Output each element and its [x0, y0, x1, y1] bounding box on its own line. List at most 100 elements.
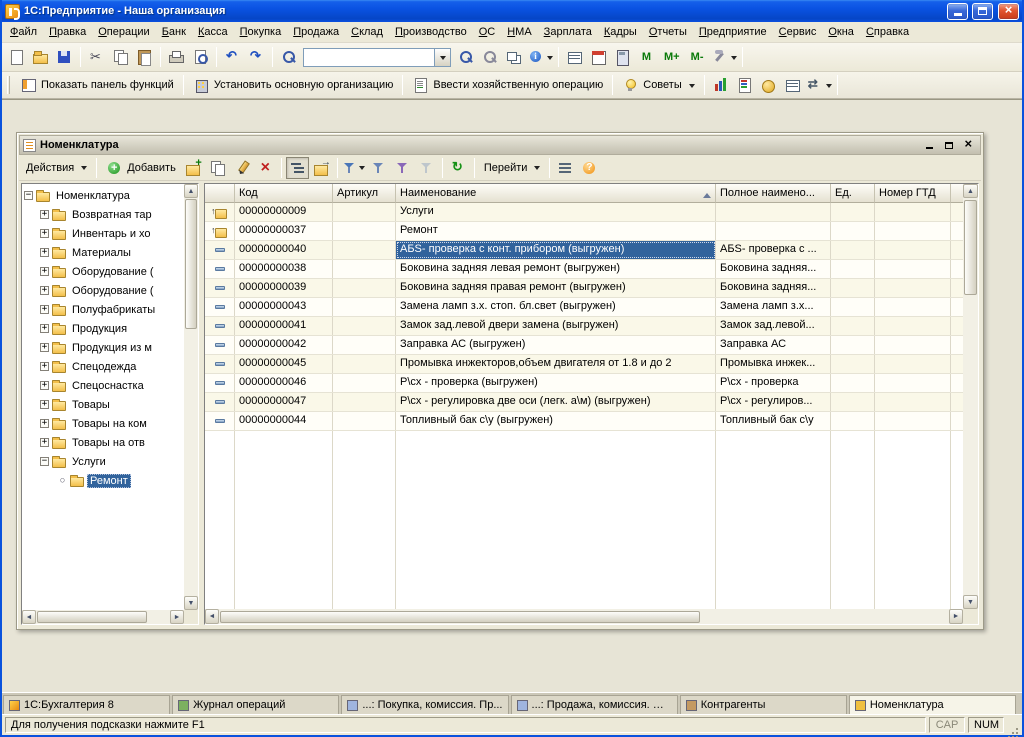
cell-fullname[interactable]: Заправка АС — [716, 336, 831, 354]
resize-grip[interactable] — [1007, 719, 1019, 731]
window-tab[interactable]: Журнал операций — [172, 695, 340, 714]
cell-name[interactable]: Боковина задняя правая ремонт (выгружен) — [396, 279, 716, 297]
cell-gtd[interactable] — [875, 241, 951, 259]
menu-item[interactable]: Отчеты — [643, 23, 693, 41]
show-functions-button[interactable]: Показать панель функций — [15, 74, 179, 96]
help-button[interactable] — [578, 157, 601, 179]
cell-gtd[interactable] — [875, 336, 951, 354]
cell-code[interactable]: 00000000044 — [235, 412, 333, 430]
cell-article[interactable] — [333, 336, 396, 354]
menu-item[interactable]: Окна — [822, 23, 860, 41]
cell-code[interactable]: 00000000039 — [235, 279, 333, 297]
cell-code[interactable]: 00000000041 — [235, 317, 333, 335]
toolbar-grip[interactable] — [7, 76, 10, 94]
panel-maximize-button[interactable] — [941, 138, 957, 152]
find-previous-button[interactable] — [478, 46, 501, 68]
scroll-right-button[interactable] — [949, 609, 963, 624]
windows-button[interactable] — [502, 46, 525, 68]
tree-item[interactable]: + Товары — [22, 395, 184, 414]
cell-code[interactable]: 00000000042 — [235, 336, 333, 354]
header-fullname[interactable]: Полное наимено... — [716, 184, 831, 203]
cell-fullname[interactable]: Р\сх - проверка — [716, 374, 831, 392]
tree-item[interactable]: + Товары на отв — [22, 433, 184, 452]
tree-expander[interactable]: + — [40, 362, 49, 371]
calculator-button[interactable] — [611, 46, 634, 68]
clear-filter-button[interactable] — [415, 157, 438, 179]
tree-expander[interactable]: + — [40, 267, 49, 276]
tree-item[interactable]: + Продукция из м — [22, 338, 184, 357]
scroll-thumb[interactable] — [964, 200, 977, 295]
header-code[interactable]: Код — [235, 184, 333, 203]
tree-vertical-scrollbar[interactable] — [184, 184, 198, 610]
cell-code[interactable]: 00000000038 — [235, 260, 333, 278]
services-button[interactable] — [710, 46, 738, 68]
window-tab[interactable]: ...: Продажа, комиссия. Не... — [510, 695, 678, 714]
menu-item[interactable]: Банк — [156, 23, 192, 41]
scroll-right-button[interactable] — [170, 610, 184, 624]
cell-fullname[interactable]: Р\сх - регулиров... — [716, 393, 831, 411]
cell-name[interactable]: Р\сх - регулировка две оси (легк. а\м) (… — [396, 393, 716, 411]
info-button[interactable] — [526, 46, 554, 68]
find-next-button[interactable] — [454, 46, 477, 68]
tree-item[interactable]: + Спецоснастка — [22, 376, 184, 395]
filter-by-value-button[interactable] — [391, 157, 414, 179]
window-tab[interactable]: 1С:Бухгалтерия 8 — [3, 695, 171, 714]
tree-item[interactable]: ○ Ремонт — [22, 471, 184, 490]
tips-button[interactable]: Советы — [617, 74, 699, 96]
tree-expander[interactable]: + — [40, 324, 49, 333]
table-row[interactable]: 00000000040 АБS- проверка с конт. прибор… — [205, 241, 963, 260]
menu-item[interactable]: Справка — [860, 23, 915, 41]
cell-article[interactable] — [333, 203, 396, 221]
menu-item[interactable]: Зарплата — [538, 23, 598, 41]
cell-fullname[interactable]: Боковина задняя... — [716, 279, 831, 297]
memory-recall-button[interactable]: M — [635, 46, 658, 68]
cell-fullname[interactable]: АБS- проверка с ... — [716, 241, 831, 259]
cell-gtd[interactable] — [875, 260, 951, 278]
add-group-button[interactable] — [182, 157, 205, 179]
panel-title-bar[interactable]: Номенклатура — [19, 135, 981, 155]
cell-code[interactable]: 00000000045 — [235, 355, 333, 373]
report-shortcut-button[interactable] — [733, 74, 756, 96]
table-row[interactable]: 00000000042 Заправка АС (выгружен) Запра… — [205, 336, 963, 355]
tree-item[interactable]: + Оборудование ( — [22, 281, 184, 300]
table-horizontal-scrollbar[interactable] — [205, 609, 963, 624]
print-button[interactable] — [165, 46, 188, 68]
cell-unit[interactable] — [831, 241, 875, 259]
table-row[interactable]: 00000000045 Промывка инжекторов,объем дв… — [205, 355, 963, 374]
tree-expander[interactable]: − — [24, 191, 33, 200]
tree-expander[interactable]: ○ — [58, 476, 67, 485]
cell-fullname[interactable] — [716, 203, 831, 221]
cell-code[interactable]: 00000000043 — [235, 298, 333, 316]
cell-fullname[interactable]: Топливный бак с\у — [716, 412, 831, 430]
cell-gtd[interactable] — [875, 412, 951, 430]
cell-gtd[interactable] — [875, 355, 951, 373]
cell-gtd[interactable] — [875, 374, 951, 392]
cell-name[interactable]: Промывка инжекторов,объем двигателя от 1… — [396, 355, 716, 373]
cell-name[interactable]: Заправка АС (выгружен) — [396, 336, 716, 354]
cell-unit[interactable] — [831, 393, 875, 411]
tree-item[interactable]: + Товары на ком — [22, 414, 184, 433]
memory-subtract-button[interactable]: M- — [686, 46, 709, 68]
paste-button[interactable] — [133, 46, 156, 68]
cell-fullname[interactable]: Боковина задняя... — [716, 260, 831, 278]
cash-shortcut-button[interactable] — [757, 74, 780, 96]
cell-code[interactable]: 00000000037 — [235, 222, 333, 240]
table-row[interactable]: 00000000046 Р\сх - проверка (выгружен) Р… — [205, 374, 963, 393]
toolbar-combobox-input[interactable] — [304, 49, 434, 65]
tree-expander[interactable]: + — [40, 400, 49, 409]
tree-item[interactable]: + Оборудование ( — [22, 262, 184, 281]
cell-article[interactable] — [333, 317, 396, 335]
tree-expander[interactable]: + — [40, 438, 49, 447]
tree-item[interactable]: + Спецодежда — [22, 357, 184, 376]
cell-unit[interactable] — [831, 279, 875, 297]
cell-unit[interactable] — [831, 336, 875, 354]
table-row[interactable]: 00000000043 Замена ламп з.х. стоп. бл.св… — [205, 298, 963, 317]
menu-item[interactable]: Сервис — [773, 23, 823, 41]
header-unit[interactable]: Ед. — [831, 184, 875, 203]
cell-code[interactable]: 00000000040 — [235, 241, 333, 259]
tree-item[interactable]: + Инвентарь и хо — [22, 224, 184, 243]
tree-item[interactable]: + Продукция — [22, 319, 184, 338]
cell-article[interactable] — [333, 355, 396, 373]
menu-item[interactable]: Предприятие — [693, 23, 773, 41]
cell-unit[interactable] — [831, 298, 875, 316]
